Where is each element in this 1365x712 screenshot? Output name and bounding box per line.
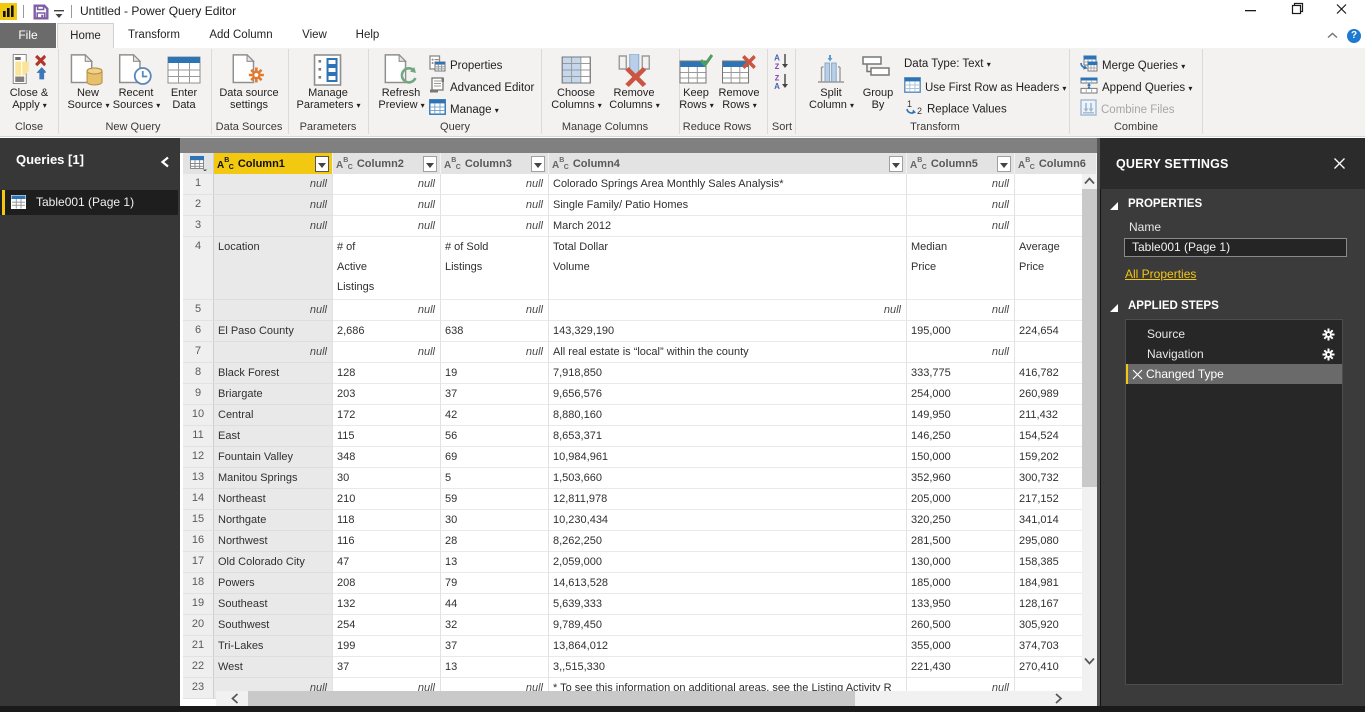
svg-text:2: 2 (917, 106, 922, 115)
svg-text:A: A (774, 54, 780, 63)
svg-text:1: 1 (907, 99, 912, 109)
svg-text:A: A (774, 82, 780, 90)
svg-text:Z: Z (775, 63, 780, 70)
